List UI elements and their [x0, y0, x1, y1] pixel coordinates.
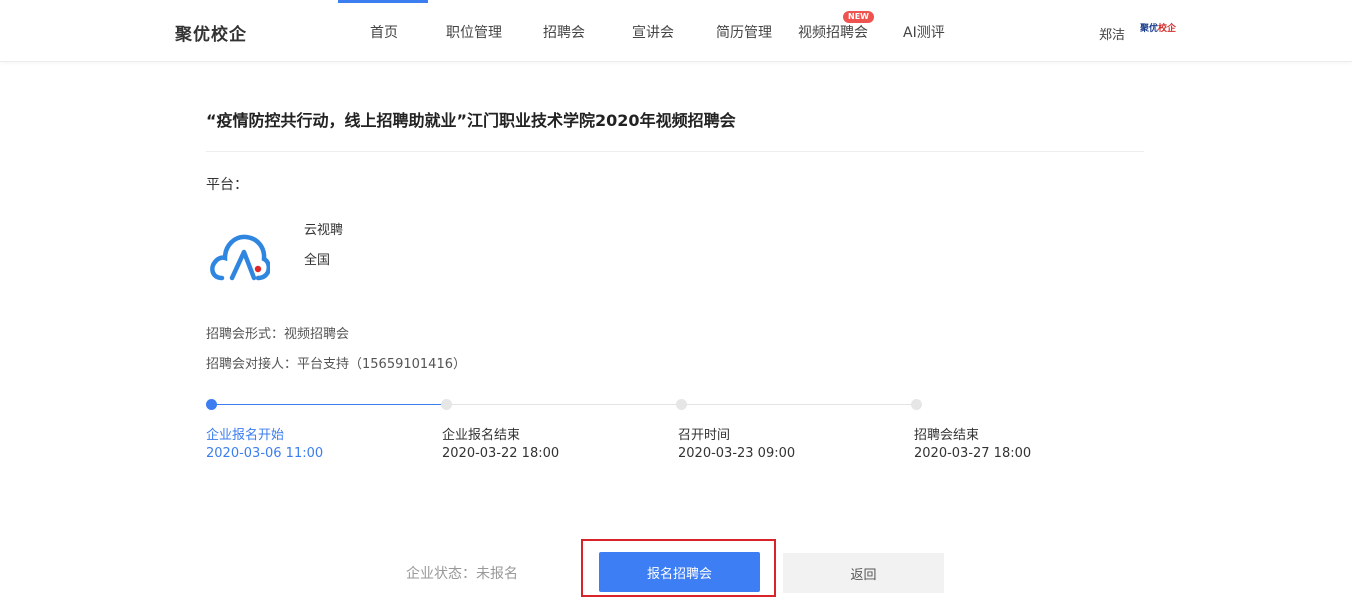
- timeline-step-date: 2020-03-23 09:00: [678, 446, 796, 461]
- timeline-step-label: 企业报名结束: [442, 428, 521, 443]
- timeline-dot: [676, 399, 687, 410]
- timeline-dot: [911, 399, 922, 410]
- job-fair-format: 招聘会形式：视频招聘会: [206, 327, 350, 342]
- timeline-step-label: 企业报名开始: [206, 428, 285, 443]
- platform-label: 平台：: [206, 177, 248, 193]
- timeline-segment-active: [211, 404, 446, 405]
- timeline-step-label: 招聘会结束: [914, 428, 980, 443]
- nav-job-management[interactable]: 职位管理: [446, 22, 502, 42]
- platform-region: 全国: [304, 253, 331, 268]
- nav-presentation[interactable]: 宣讲会: [632, 22, 674, 42]
- platform-name: 云视聘: [304, 223, 344, 238]
- top-header: 聚优校企 首页 职位管理 招聘会 宣讲会 简历管理 视频招聘会 NEW AI测评…: [0, 0, 1352, 62]
- brand-logo[interactable]: 聚优校企: [175, 20, 247, 45]
- user-name[interactable]: 郑洁: [1099, 24, 1125, 43]
- back-button[interactable]: 返回: [783, 553, 944, 593]
- company-logo[interactable]: 聚优校企: [1140, 22, 1176, 36]
- nav-ai-assessment[interactable]: AI测评: [903, 22, 945, 42]
- timeline-step-date: 2020-03-22 18:00: [442, 446, 560, 461]
- timeline-dot: [206, 399, 217, 410]
- register-job-fair-button[interactable]: 报名招聘会: [599, 552, 760, 592]
- title-divider: [206, 151, 1144, 152]
- nav-resume-management[interactable]: 简历管理: [716, 22, 772, 42]
- nav-home[interactable]: 首页: [370, 22, 398, 42]
- job-fair-contact: 招聘会对接人：平台支持（15659101416）: [206, 357, 466, 372]
- company-status: 企业状态：未报名: [406, 566, 518, 582]
- cloud-video-icon: [210, 234, 270, 281]
- page-title: “疫情防控共行动，线上招聘助就业”江门职业技术学院2020年视频招聘会: [206, 111, 736, 130]
- timeline-dot: [441, 399, 452, 410]
- timeline-step-date: 2020-03-27 18:00: [914, 446, 1032, 461]
- new-badge: NEW: [843, 11, 874, 23]
- nav-video-job-fair[interactable]: 视频招聘会: [798, 22, 868, 42]
- timeline-step-label: 召开时间: [678, 428, 731, 443]
- nav-job-fair[interactable]: 招聘会: [543, 22, 585, 42]
- timeline-step-date: 2020-03-06 11:00: [206, 446, 324, 461]
- nav-active-indicator: [338, 0, 428, 3]
